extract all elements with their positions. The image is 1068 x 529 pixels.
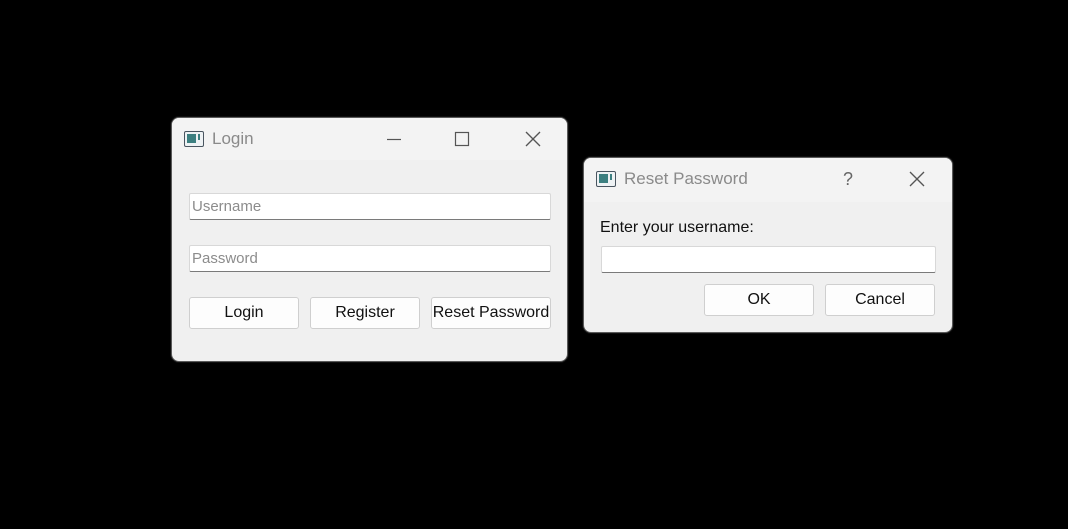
- reset-username-input[interactable]: [601, 246, 936, 273]
- username-input[interactable]: [189, 193, 551, 220]
- minimize-icon: [387, 138, 401, 141]
- help-button[interactable]: ?: [826, 164, 870, 194]
- close-icon: [909, 171, 925, 187]
- close-button[interactable]: [895, 164, 939, 194]
- username-prompt-label: Enter your username:: [600, 219, 754, 236]
- close-button[interactable]: [511, 124, 555, 154]
- login-window: Login Login Register Reset Password: [171, 117, 568, 362]
- close-icon: [525, 131, 541, 147]
- reset-password-button[interactable]: Reset Password: [431, 297, 551, 329]
- window-app-icon: [184, 131, 204, 147]
- maximize-button[interactable]: [440, 124, 484, 154]
- password-input[interactable]: [189, 245, 551, 272]
- register-button[interactable]: Register: [310, 297, 420, 329]
- reset-password-dialog: Reset Password ? Enter your username: OK…: [583, 157, 953, 333]
- help-icon: ?: [842, 168, 853, 189]
- window-app-icon: [596, 171, 616, 187]
- reset-dialog-titlebar[interactable]: Reset Password ?: [584, 158, 952, 202]
- maximize-icon: [454, 131, 470, 147]
- cancel-button[interactable]: Cancel: [825, 284, 935, 316]
- login-button[interactable]: Login: [189, 297, 299, 329]
- ok-button[interactable]: OK: [704, 284, 814, 316]
- login-titlebar[interactable]: Login: [172, 118, 567, 160]
- minimize-button[interactable]: [372, 124, 416, 154]
- login-window-title: Login: [212, 129, 254, 148]
- reset-dialog-title: Reset Password: [624, 169, 748, 188]
